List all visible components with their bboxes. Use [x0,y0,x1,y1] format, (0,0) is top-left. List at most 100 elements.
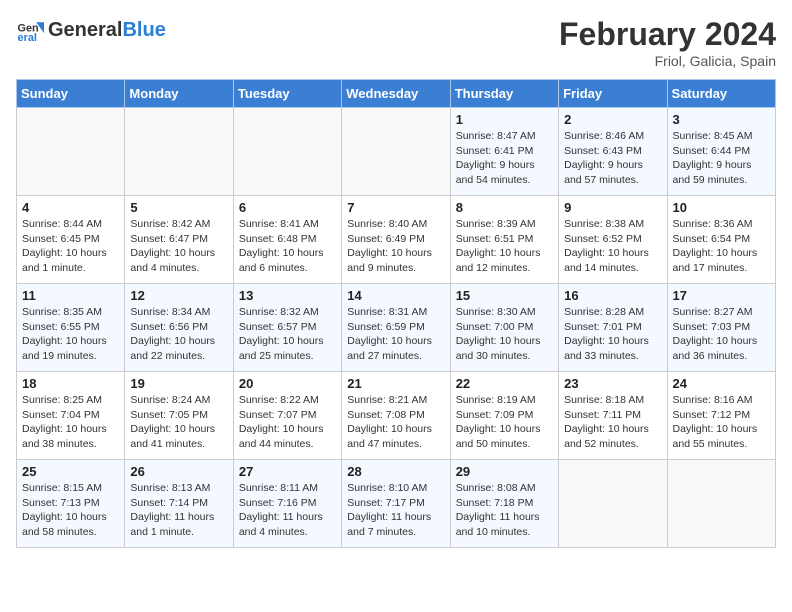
day-number: 20 [239,376,336,391]
day-info: Sunrise: 8:25 AM Sunset: 7:04 PM Dayligh… [22,393,119,452]
calendar-cell [559,460,667,548]
calendar-cell: 28 Sunrise: 8:10 AM Sunset: 7:17 PM Dayli… [342,460,450,548]
logo-text-general: General [48,19,122,41]
svg-text:eral: eral [18,32,37,44]
calendar-cell [233,108,341,196]
day-number: 25 [22,464,119,479]
weekday-header-friday: Friday [559,80,667,108]
calendar-cell [17,108,125,196]
day-info: Sunrise: 8:45 AM Sunset: 6:44 PM Dayligh… [673,129,770,188]
day-info: Sunrise: 8:35 AM Sunset: 6:55 PM Dayligh… [22,305,119,364]
day-info: Sunrise: 8:08 AM Sunset: 7:18 PM Dayligh… [456,481,553,540]
day-info: Sunrise: 8:16 AM Sunset: 7:12 PM Dayligh… [673,393,770,452]
day-number: 6 [239,200,336,215]
month-title: February 2024 [559,16,776,53]
calendar-cell: 24 Sunrise: 8:16 AM Sunset: 7:12 PM Dayli… [667,372,775,460]
day-number: 21 [347,376,444,391]
day-info: Sunrise: 8:41 AM Sunset: 6:48 PM Dayligh… [239,217,336,276]
day-number: 7 [347,200,444,215]
day-info: Sunrise: 8:21 AM Sunset: 7:08 PM Dayligh… [347,393,444,452]
calendar-cell: 6 Sunrise: 8:41 AM Sunset: 6:48 PM Daylig… [233,196,341,284]
calendar-cell: 26 Sunrise: 8:13 AM Sunset: 7:14 PM Dayli… [125,460,233,548]
day-info: Sunrise: 8:15 AM Sunset: 7:13 PM Dayligh… [22,481,119,540]
calendar-cell: 16Sunrise: 8:28 AM Sunset: 7:01 PM Dayli… [559,284,667,372]
calendar-table: SundayMondayTuesdayWednesdayThursdayFrid… [16,79,776,548]
calendar-cell: 3 Sunrise: 8:45 AM Sunset: 6:44 PM Daylig… [667,108,775,196]
weekday-header-row: SundayMondayTuesdayWednesdayThursdayFrid… [17,80,776,108]
day-info: Sunrise: 8:11 AM Sunset: 7:16 PM Dayligh… [239,481,336,540]
day-info: Sunrise: 8:34 AM Sunset: 6:56 PM Dayligh… [130,305,227,364]
calendar-cell: 8 Sunrise: 8:39 AM Sunset: 6:51 PM Daylig… [450,196,558,284]
calendar-cell: 21 Sunrise: 8:21 AM Sunset: 7:08 PM Dayli… [342,372,450,460]
day-number: 4 [22,200,119,215]
day-number: 15 [456,288,553,303]
day-number: 22 [456,376,553,391]
day-info: Sunrise: 8:13 AM Sunset: 7:14 PM Dayligh… [130,481,227,540]
calendar-week-row: 18 Sunrise: 8:25 AM Sunset: 7:04 PM Dayli… [17,372,776,460]
day-number: 28 [347,464,444,479]
day-number: 10 [673,200,770,215]
day-number: 5 [130,200,227,215]
day-number: 23 [564,376,661,391]
calendar-cell: 27Sunrise: 8:11 AM Sunset: 7:16 PM Dayli… [233,460,341,548]
logo-icon: Gen eral [16,16,44,44]
day-info: Sunrise: 8:10 AM Sunset: 7:17 PM Dayligh… [347,481,444,540]
calendar-cell: 19Sunrise: 8:24 AM Sunset: 7:05 PM Dayli… [125,372,233,460]
day-info: Sunrise: 8:39 AM Sunset: 6:51 PM Dayligh… [456,217,553,276]
weekday-header-wednesday: Wednesday [342,80,450,108]
calendar-cell: 20 Sunrise: 8:22 AM Sunset: 7:07 PM Dayli… [233,372,341,460]
day-number: 14 [347,288,444,303]
day-number: 1 [456,112,553,127]
day-info: Sunrise: 8:22 AM Sunset: 7:07 PM Dayligh… [239,393,336,452]
calendar-cell: 22 Sunrise: 8:19 AM Sunset: 7:09 PM Dayli… [450,372,558,460]
calendar-cell: 14 Sunrise: 8:31 AM Sunset: 6:59 PM Dayli… [342,284,450,372]
calendar-cell: 7 Sunrise: 8:40 AM Sunset: 6:49 PM Daylig… [342,196,450,284]
calendar-cell: 2 Sunrise: 8:46 AM Sunset: 6:43 PM Daylig… [559,108,667,196]
page-header: Gen eral GeneralBlue February 2024 Friol… [16,16,776,69]
calendar-week-row: 4 Sunrise: 8:44 AM Sunset: 6:45 PM Daylig… [17,196,776,284]
weekday-header-saturday: Saturday [667,80,775,108]
day-number: 2 [564,112,661,127]
calendar-week-row: 25 Sunrise: 8:15 AM Sunset: 7:13 PM Dayli… [17,460,776,548]
calendar-week-row: 1 Sunrise: 8:47 AM Sunset: 6:41 PM Daylig… [17,108,776,196]
day-info: Sunrise: 8:46 AM Sunset: 6:43 PM Dayligh… [564,129,661,188]
calendar-cell: 11 Sunrise: 8:35 AM Sunset: 6:55 PM Dayli… [17,284,125,372]
day-info: Sunrise: 8:40 AM Sunset: 6:49 PM Dayligh… [347,217,444,276]
day-info: Sunrise: 8:38 AM Sunset: 6:52 PM Dayligh… [564,217,661,276]
location: Friol, Galicia, Spain [559,53,776,69]
calendar-cell [342,108,450,196]
day-number: 17 [673,288,770,303]
calendar-cell [125,108,233,196]
day-info: Sunrise: 8:36 AM Sunset: 6:54 PM Dayligh… [673,217,770,276]
calendar-cell: 9 Sunrise: 8:38 AM Sunset: 6:52 PM Daylig… [559,196,667,284]
day-number: 24 [673,376,770,391]
calendar-week-row: 11 Sunrise: 8:35 AM Sunset: 6:55 PM Dayli… [17,284,776,372]
day-info: Sunrise: 8:30 AM Sunset: 7:00 PM Dayligh… [456,305,553,364]
day-info: Sunrise: 8:31 AM Sunset: 6:59 PM Dayligh… [347,305,444,364]
calendar-cell: 4 Sunrise: 8:44 AM Sunset: 6:45 PM Daylig… [17,196,125,284]
day-number: 12 [130,288,227,303]
calendar-cell: 29 Sunrise: 8:08 AM Sunset: 7:18 PM Dayli… [450,460,558,548]
day-number: 29 [456,464,553,479]
day-number: 9 [564,200,661,215]
day-info: Sunrise: 8:18 AM Sunset: 7:11 PM Dayligh… [564,393,661,452]
calendar-cell: 18 Sunrise: 8:25 AM Sunset: 7:04 PM Dayli… [17,372,125,460]
day-info: Sunrise: 8:44 AM Sunset: 6:45 PM Dayligh… [22,217,119,276]
day-info: Sunrise: 8:27 AM Sunset: 7:03 PM Dayligh… [673,305,770,364]
day-number: 19 [130,376,227,391]
day-number: 8 [456,200,553,215]
day-number: 11 [22,288,119,303]
calendar-cell: 5Sunrise: 8:42 AM Sunset: 6:47 PM Daylig… [125,196,233,284]
day-number: 26 [130,464,227,479]
day-info: Sunrise: 8:32 AM Sunset: 6:57 PM Dayligh… [239,305,336,364]
day-info: Sunrise: 8:47 AM Sunset: 6:41 PM Dayligh… [456,129,553,188]
day-number: 13 [239,288,336,303]
weekday-header-monday: Monday [125,80,233,108]
day-number: 3 [673,112,770,127]
calendar-cell: 13 Sunrise: 8:32 AM Sunset: 6:57 PM Dayli… [233,284,341,372]
day-number: 18 [22,376,119,391]
calendar-cell: 1 Sunrise: 8:47 AM Sunset: 6:41 PM Daylig… [450,108,558,196]
logo-text-blue: Blue [122,19,165,41]
logo: Gen eral GeneralBlue [16,16,166,44]
day-info: Sunrise: 8:19 AM Sunset: 7:09 PM Dayligh… [456,393,553,452]
